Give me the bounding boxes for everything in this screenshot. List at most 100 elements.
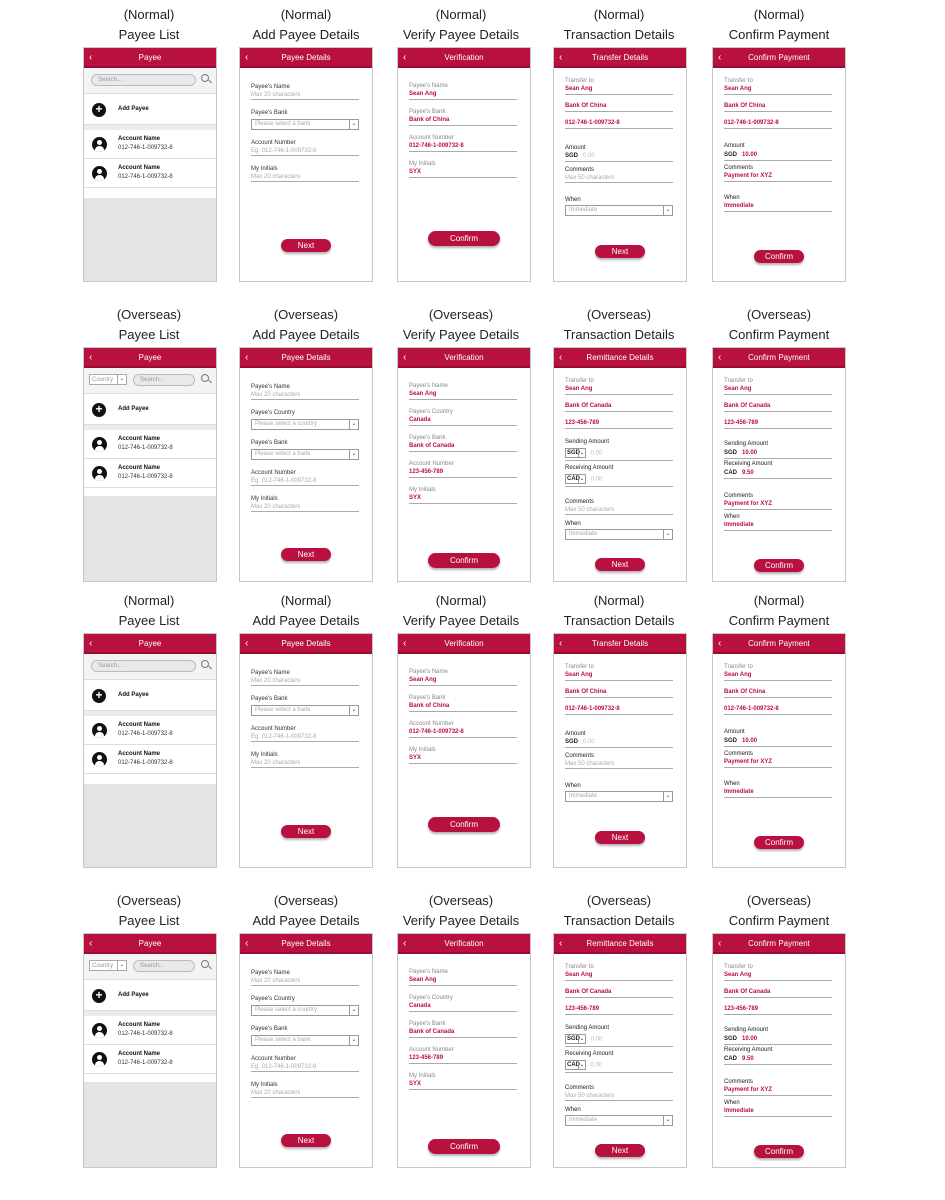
comments-input[interactable]: Max 50 characters <box>565 505 673 515</box>
header-title: Remittance Details <box>586 939 654 948</box>
next-button[interactable]: Next <box>595 831 645 844</box>
country-select[interactable]: Country ⌄ <box>89 374 127 385</box>
search-icon[interactable] <box>201 374 209 382</box>
receiving-currency-select[interactable]: CAD ⌄ <box>565 474 586 484</box>
search-icon[interactable] <box>201 660 209 668</box>
next-button[interactable]: Next <box>281 239 331 252</box>
next-button[interactable]: Next <box>595 558 645 571</box>
back-arrow-icon[interactable]: ‹ <box>718 48 721 68</box>
payee-list-item[interactable]: Account Name 012-746-1-009732-8 <box>84 459 216 488</box>
back-arrow-icon[interactable]: ‹ <box>718 934 721 954</box>
back-arrow-icon[interactable]: ‹ <box>718 634 721 654</box>
payee-name-input[interactable]: Max 20 characters <box>251 676 359 686</box>
back-arrow-icon[interactable]: ‹ <box>89 634 92 654</box>
app-header: ‹ Payee Details <box>240 934 372 954</box>
confirm-button[interactable]: Confirm <box>428 231 500 246</box>
payee-country-select[interactable]: Please select a country ⌄ <box>251 1005 359 1016</box>
next-button[interactable]: Next <box>281 825 331 838</box>
receiving-amount-row: CAD ⌄ 0.00 <box>565 1059 673 1073</box>
my-initials-input[interactable]: Max 20 characters <box>251 758 359 768</box>
my-initials-input[interactable]: Max 20 characters <box>251 1088 359 1098</box>
confirm-button[interactable]: Confirm <box>754 250 804 263</box>
payee-bank-select[interactable]: Please select a bank ⌄ <box>251 119 359 130</box>
payee-name-input[interactable]: Max 20 characters <box>251 976 359 986</box>
back-arrow-icon[interactable]: ‹ <box>89 348 92 368</box>
confirm-button[interactable]: Confirm <box>754 559 804 572</box>
back-arrow-icon[interactable]: ‹ <box>559 348 562 368</box>
payee-list-item[interactable]: Account Name 012-746-1-009732-8 <box>84 430 216 459</box>
back-arrow-icon[interactable]: ‹ <box>245 934 248 954</box>
next-button[interactable]: Next <box>595 1144 645 1157</box>
account-number-input[interactable]: Eg. 012-746-1-009732-8 <box>251 732 359 742</box>
back-arrow-icon[interactable]: ‹ <box>403 348 406 368</box>
payee-list-item[interactable]: Account Name 012-746-1-009732-8 <box>84 745 216 774</box>
confirm-button[interactable]: Confirm <box>428 553 500 568</box>
search-input[interactable]: Search... <box>91 74 196 86</box>
confirm-button[interactable]: Confirm <box>428 817 500 832</box>
payee-bank-value: Bank Of China <box>565 687 673 698</box>
when-select[interactable]: Immediate ⌄ <box>565 791 673 802</box>
country-select[interactable]: Country ⌄ <box>89 960 127 971</box>
back-arrow-icon[interactable]: ‹ <box>403 934 406 954</box>
comments-input[interactable]: Max 50 characters <box>565 173 673 183</box>
when-select[interactable]: Immediate ⌄ <box>565 529 673 540</box>
amount-input[interactable]: SGD 0.00 <box>565 737 673 748</box>
search-input[interactable]: Search... <box>133 374 195 386</box>
confirm-button[interactable]: Confirm <box>754 836 804 849</box>
payee-list-item[interactable]: Account Name 012-746-1-009732-8 <box>84 159 216 188</box>
my-initials-input[interactable]: Max 20 characters <box>251 502 359 512</box>
back-arrow-icon[interactable]: ‹ <box>718 348 721 368</box>
payee-bank-select[interactable]: Please select a bank ⌄ <box>251 449 359 460</box>
payee-list-item[interactable]: Account Name 012-746-1-009732-8 <box>84 1045 216 1074</box>
add-payee-button[interactable]: + Add Payee <box>84 981 216 1011</box>
payee-name-input[interactable]: Max 20 characters <box>251 90 359 100</box>
payee-bank-select[interactable]: Please select a bank ⌄ <box>251 1035 359 1046</box>
comments-input[interactable]: Max 50 characters <box>565 759 673 769</box>
add-payee-button[interactable]: + Add Payee <box>84 95 216 125</box>
amount-input[interactable]: SGD 0.00 <box>565 151 673 162</box>
sending-amount-input[interactable]: 0.00 <box>591 451 603 457</box>
next-button[interactable]: Next <box>281 1134 331 1147</box>
next-button[interactable]: Next <box>595 245 645 258</box>
back-arrow-icon[interactable]: ‹ <box>89 934 92 954</box>
back-arrow-icon[interactable]: ‹ <box>403 634 406 654</box>
sending-amount-input[interactable]: 0.00 <box>591 1037 603 1043</box>
account-number-input[interactable]: Eg. 012-746-1-009732-8 <box>251 146 359 156</box>
back-arrow-icon[interactable]: ‹ <box>89 48 92 68</box>
back-arrow-icon[interactable]: ‹ <box>559 634 562 654</box>
add-payee-button[interactable]: + Add Payee <box>84 395 216 425</box>
search-input[interactable]: Search... <box>133 960 195 972</box>
account-number-input[interactable]: Eg. 012-746-1-009732-8 <box>251 476 359 486</box>
confirm-button[interactable]: Confirm <box>754 1145 804 1158</box>
search-icon[interactable] <box>201 960 209 968</box>
back-arrow-icon[interactable]: ‹ <box>559 934 562 954</box>
back-arrow-icon[interactable]: ‹ <box>245 348 248 368</box>
payee-bank-select[interactable]: Please select a bank ⌄ <box>251 705 359 716</box>
caption-title: Confirm Payment <box>728 613 830 628</box>
comments-input[interactable]: Max 50 characters <box>565 1091 673 1101</box>
my-initials-input[interactable]: Max 20 characters <box>251 172 359 182</box>
receiving-amount-input[interactable]: 0.00 <box>591 477 603 483</box>
payee-list-item[interactable]: Account Name 012-746-1-009732-8 <box>84 716 216 745</box>
back-arrow-icon[interactable]: ‹ <box>245 48 248 68</box>
receiving-currency-select[interactable]: CAD ⌄ <box>565 1060 586 1070</box>
back-arrow-icon[interactable]: ‹ <box>403 48 406 68</box>
payee-list-item[interactable]: Account Name 012-746-1-009732-8 <box>84 1016 216 1045</box>
when-select[interactable]: Immediate ⌄ <box>565 1115 673 1126</box>
account-number-input[interactable]: Eg. 012-746-1-009732-8 <box>251 1062 359 1072</box>
search-icon[interactable] <box>201 74 209 82</box>
sending-currency-select[interactable]: SGD ⌄ <box>565 448 586 458</box>
sending-currency-select[interactable]: SGD ⌄ <box>565 1034 586 1044</box>
back-arrow-icon[interactable]: ‹ <box>559 48 562 68</box>
receiving-amount-input[interactable]: 0.00 <box>591 1063 603 1069</box>
back-arrow-icon[interactable]: ‹ <box>245 634 248 654</box>
next-button[interactable]: Next <box>281 548 331 561</box>
add-payee-button[interactable]: + Add Payee <box>84 681 216 711</box>
search-input[interactable]: Search... <box>91 660 196 672</box>
payee-list-item[interactable]: Account Name 012-746-1-009732-8 <box>84 130 216 159</box>
confirm-payment-screen: ‹ Confirm Payment Transfer to Sean Ang Ba… <box>712 47 846 282</box>
when-select[interactable]: Immediate ⌄ <box>565 205 673 216</box>
payee-name-input[interactable]: Max 20 characters <box>251 390 359 400</box>
payee-country-select[interactable]: Please select a country ⌄ <box>251 419 359 430</box>
confirm-button[interactable]: Confirm <box>428 1139 500 1154</box>
